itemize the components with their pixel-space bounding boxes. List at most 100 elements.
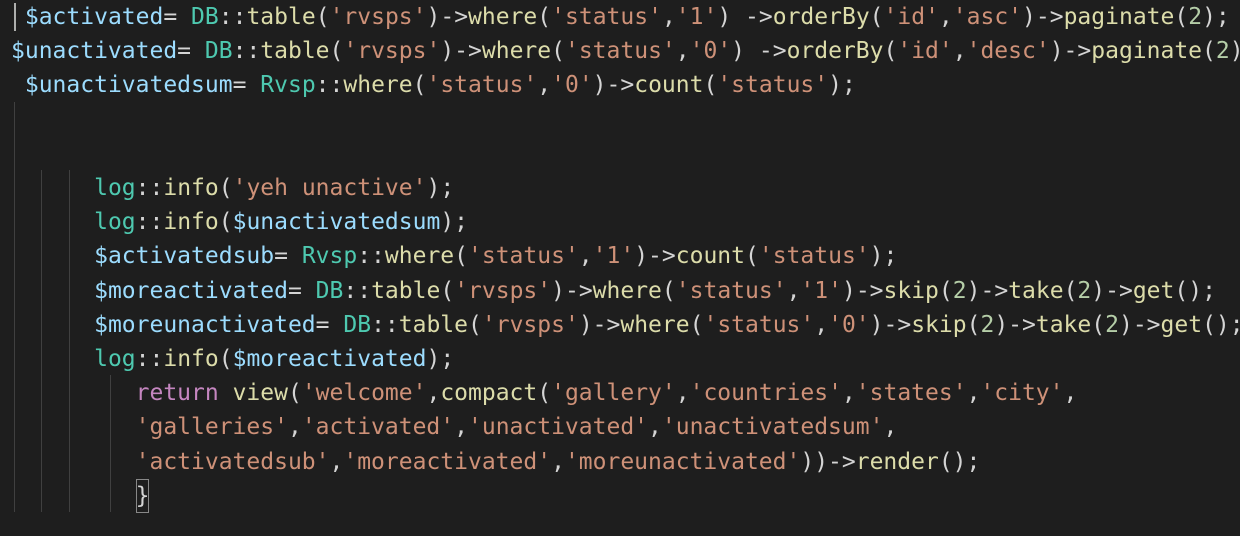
code-token: )-> xyxy=(426,4,469,30)
code-token: , xyxy=(938,4,953,30)
code-token: :: xyxy=(371,311,399,338)
code-line[interactable]: return view('welcome',compact('gallery',… xyxy=(11,376,1078,410)
code-token: , xyxy=(786,277,801,304)
code-token: 'rvsps' xyxy=(454,277,552,304)
code-token: 'rvsps' xyxy=(343,38,441,65)
code-line[interactable]: log::info($moreactivated); xyxy=(11,342,454,376)
code-token: '0' xyxy=(689,38,732,65)
code-token: $moreunactivated xyxy=(94,311,316,338)
code-line[interactable]: $moreactivated= DB::table('rvsps')->wher… xyxy=(11,274,1216,308)
code-token: paginate xyxy=(1091,38,1203,65)
code-token: info xyxy=(163,175,219,201)
code-token: ( xyxy=(329,38,344,65)
code-token: 2 xyxy=(1215,38,1230,65)
code-token: where xyxy=(592,277,662,304)
code-token: ); xyxy=(426,175,455,201)
code-token: , xyxy=(329,448,344,475)
code-token: , xyxy=(675,380,690,407)
code-token: :: xyxy=(135,175,164,201)
code-line[interactable]: $unactivatedsum= Rvsp::where('status','0… xyxy=(11,68,856,102)
code-token: 'unactivatedsum' xyxy=(661,414,884,441)
code-token: $activated xyxy=(24,4,164,30)
code-token: info xyxy=(163,209,219,236)
code-token: )-> xyxy=(1118,311,1161,338)
code-token: '0' xyxy=(551,72,593,99)
code-token: )-> xyxy=(578,311,621,338)
code-token: ( xyxy=(703,72,718,99)
code-token: :: xyxy=(315,72,344,99)
code-token: 'asc' xyxy=(952,4,1023,30)
code-token: info xyxy=(163,346,219,372)
code-token: DB xyxy=(191,4,219,30)
code-token: = xyxy=(274,243,302,270)
code-token: table xyxy=(371,277,441,304)
code-token: , xyxy=(814,311,829,338)
code-token: 2 xyxy=(1188,4,1203,30)
code-token: 'moreactivated' xyxy=(343,448,552,475)
code-token: 2 xyxy=(952,277,967,304)
code-token: table xyxy=(260,38,330,65)
code-token: )-> xyxy=(440,38,482,65)
code-token: ); xyxy=(426,346,455,372)
code-token: , xyxy=(648,414,662,441)
code-token: ); xyxy=(440,209,469,236)
code-token: 'welcome' xyxy=(301,380,427,407)
code-token: where xyxy=(468,4,538,30)
code-token: 'desc' xyxy=(966,38,1050,65)
code-token: compact xyxy=(440,380,538,407)
code-token: ) -> xyxy=(717,4,773,30)
code-token: ) -> xyxy=(731,38,787,65)
code-token: ( xyxy=(537,380,552,407)
code-token: 'moreunactivated' xyxy=(564,448,801,475)
code-line[interactable]: $unactivated= DB::table('rvsps')->where(… xyxy=(11,34,1240,68)
code-line[interactable]: $activated= DB::table('rvsps')->where('s… xyxy=(11,0,1230,34)
code-line[interactable]: } xyxy=(11,478,150,513)
code-token: log xyxy=(94,175,136,201)
code-token: log xyxy=(94,346,136,372)
code-token: $unactivatedsum xyxy=(24,72,233,99)
code-token: $moreactivated xyxy=(232,346,427,372)
code-token: orderBy xyxy=(786,38,884,65)
code-token: 'activatedsub' xyxy=(135,448,330,475)
code-line[interactable]: log::info('yeh unactive'); xyxy=(11,171,454,205)
code-token: , xyxy=(966,380,981,407)
code-token: )-> xyxy=(1022,4,1064,30)
code-token: count xyxy=(634,72,704,99)
code-token: ( xyxy=(966,311,981,338)
code-token: 'status' xyxy=(468,243,579,270)
code-token: get xyxy=(1160,311,1203,338)
code-token: , xyxy=(537,72,552,99)
code-token: view xyxy=(232,380,288,407)
code-token: ( xyxy=(218,209,233,236)
code-token: ( xyxy=(551,38,565,65)
code-token: $activatedsub xyxy=(94,243,275,270)
code-token: table xyxy=(246,4,316,30)
code-token: 'yeh unactive' xyxy=(232,175,427,201)
code-line[interactable]: 'activatedsub','moreactivated','moreunac… xyxy=(11,445,981,479)
code-token: '1' xyxy=(800,277,842,304)
code-token: 'status' xyxy=(675,277,787,304)
code-token: 'status' xyxy=(551,4,662,30)
code-token: ( xyxy=(689,311,704,338)
code-token: ( xyxy=(454,243,469,270)
code-token: 'status' xyxy=(564,38,676,65)
code-token: take xyxy=(1008,277,1064,304)
code-line[interactable]: log::info($unactivatedsum); xyxy=(11,205,468,239)
code-token: ( xyxy=(883,38,898,65)
code-token: $moreactivated xyxy=(94,277,288,304)
code-line[interactable]: $activatedsub= Rvsp::where('status','1')… xyxy=(11,239,897,273)
code-line[interactable]: 'galleries','activated','unactivated','u… xyxy=(11,410,898,444)
code-token: , xyxy=(287,414,302,441)
code-line[interactable]: $moreunactivated= DB::table('rvsps')->wh… xyxy=(11,308,1240,342)
code-token: (); xyxy=(1202,311,1240,338)
code-token: ( xyxy=(218,175,233,201)
code-editor[interactable]: $activated= DB::table('rvsps')->where('s… xyxy=(0,0,1240,536)
code-token: ( xyxy=(1174,4,1189,30)
code-token: render xyxy=(855,448,939,475)
code-token: ( xyxy=(468,311,482,338)
